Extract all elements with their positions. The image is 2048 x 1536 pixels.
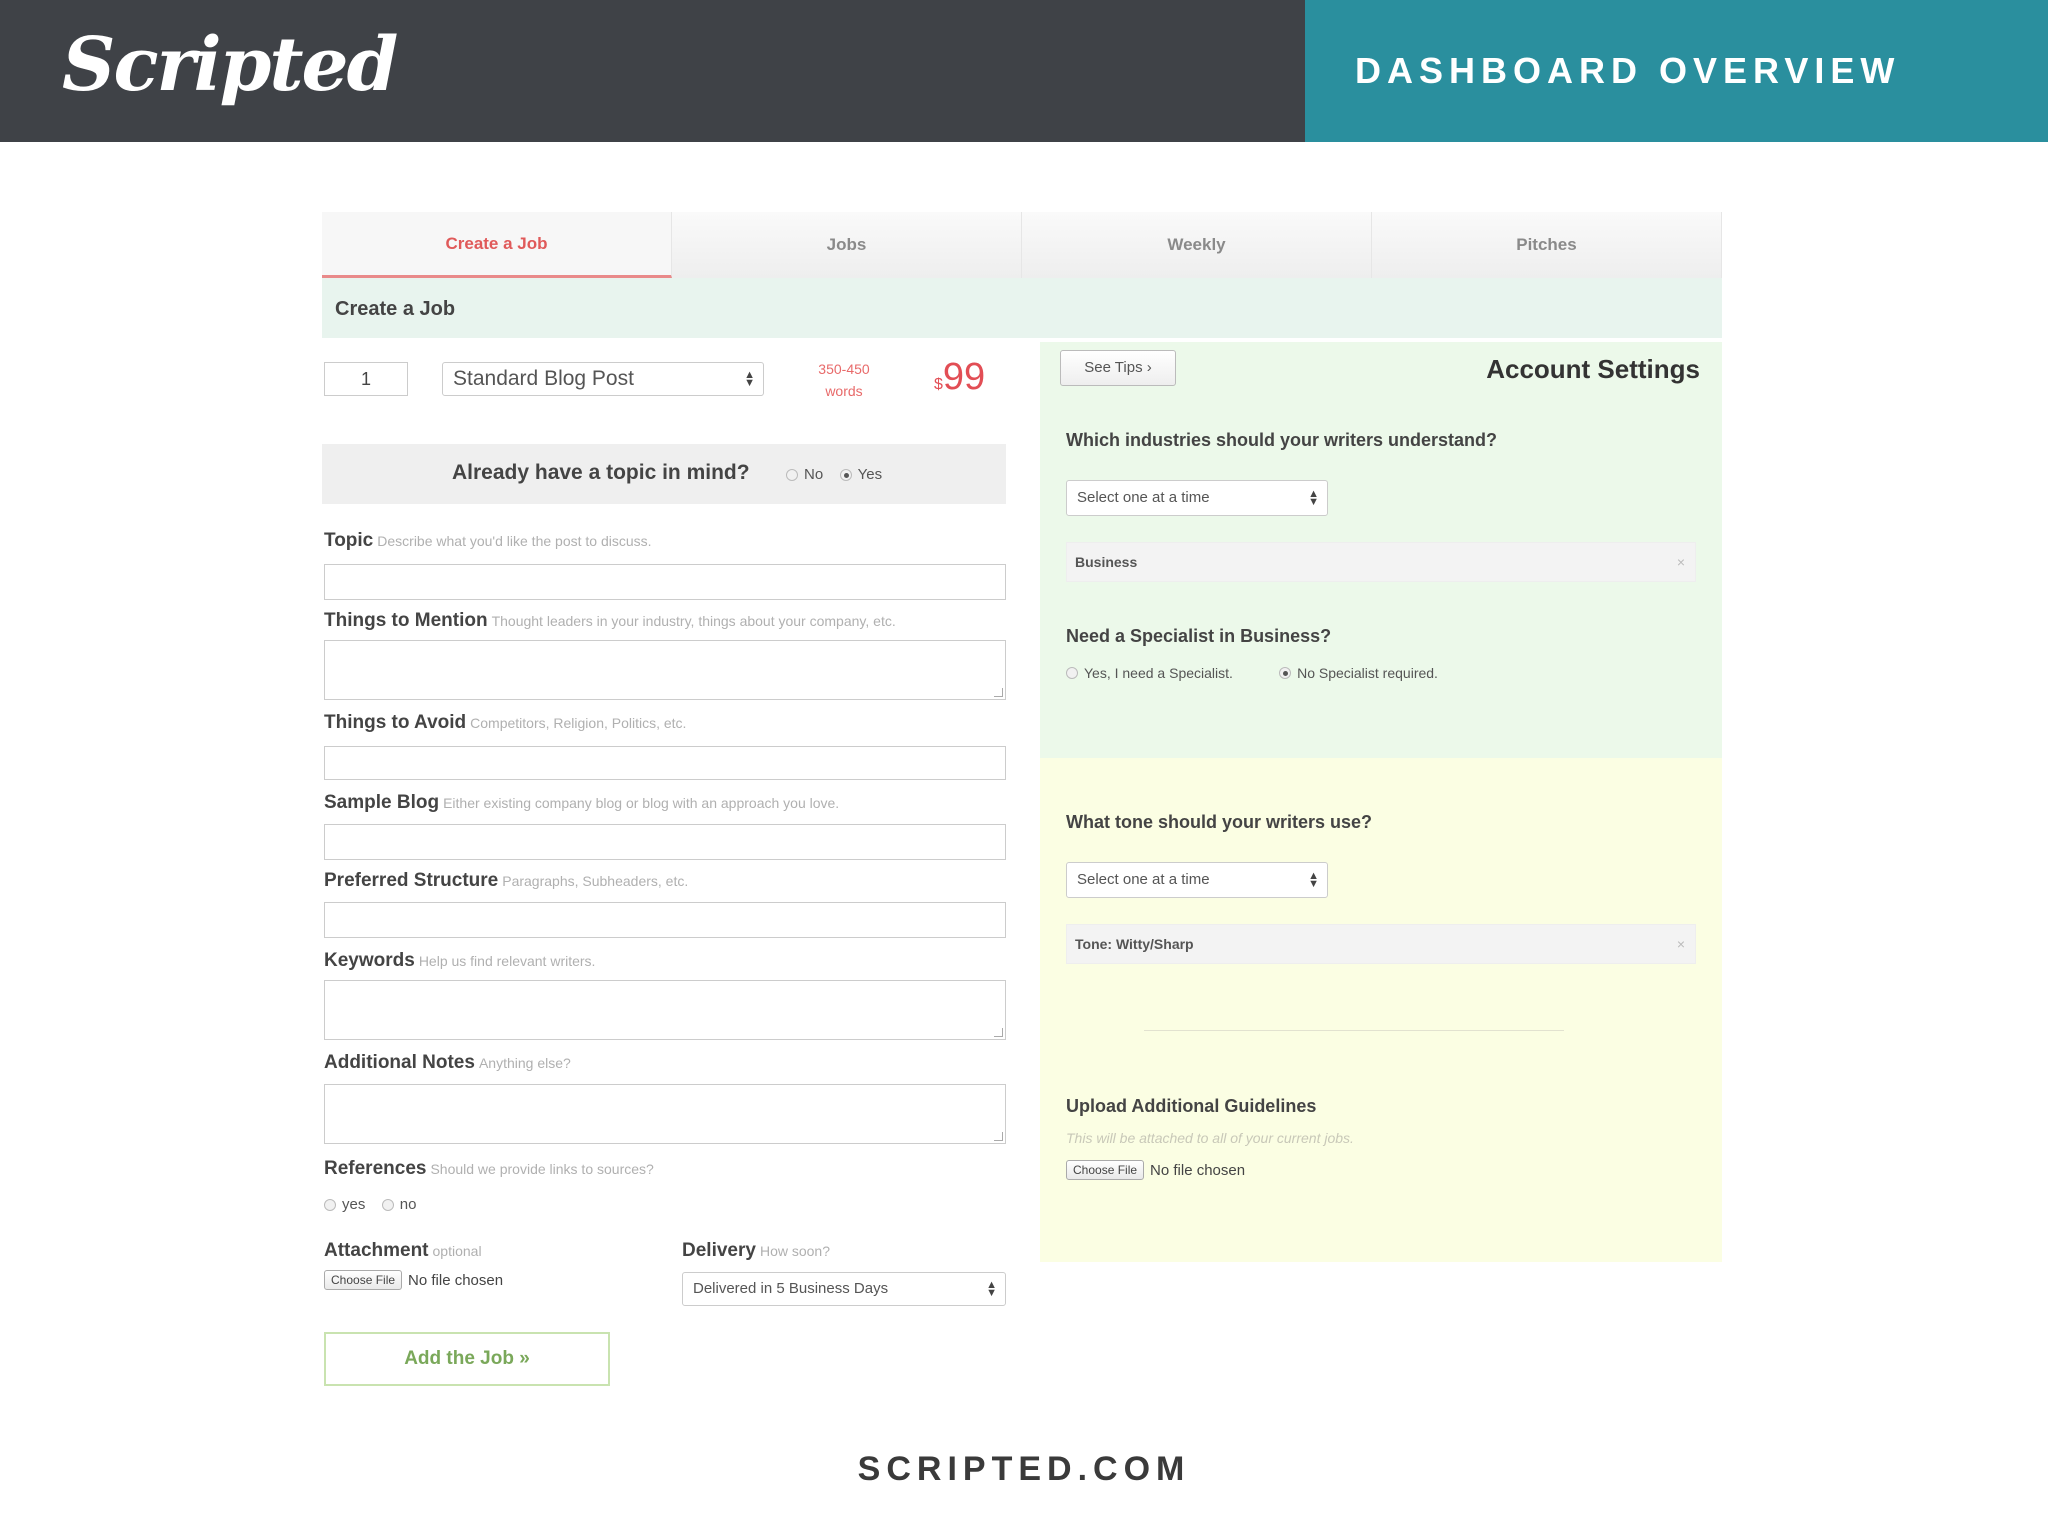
tab-pitches[interactable]: Pitches	[1372, 212, 1722, 278]
tab-jobs[interactable]: Jobs	[672, 212, 1022, 278]
additional-notes-label: Additional Notes Anything else?	[324, 1052, 571, 1073]
delivery-select[interactable]: Delivered in 5 Business Days ▲ ▼	[682, 1272, 1006, 1306]
add-job-button[interactable]: Add the Job »	[324, 1332, 610, 1386]
references-no-label: no	[399, 1196, 417, 1214]
preferred-structure-input[interactable]	[324, 902, 1006, 938]
tone-question: What tone should your writers use?	[1066, 812, 1373, 832]
sample-blog-label: Sample Blog Either existing company blog …	[324, 792, 840, 813]
upload-guidelines-title: Upload Additional Guidelines	[1066, 1096, 1317, 1116]
word-range-value: 350-450	[818, 361, 870, 377]
page-title: DASHBOARD OVERVIEW	[1355, 50, 1901, 91]
tab-bar: Create a Job Jobs Weekly Pitches	[322, 212, 1722, 278]
dashboard-screenshot: Create a Job Jobs Weekly Pitches Create …	[322, 212, 1722, 1412]
tone-placeholder: Select one at a time	[1077, 871, 1210, 888]
tone-tag-label: Tone: Witty/Sharp	[1075, 936, 1194, 952]
keywords-label: Keywords Help us find relevant writers.	[324, 950, 596, 971]
topic-question-bar: Already have a topic in mind? No Yes	[322, 444, 1006, 504]
references-label: References Should we provide links to sou…	[324, 1158, 654, 1179]
topic-yes-label: Yes	[857, 466, 883, 484]
specialist-yes-label: Yes, I need a Specialist.	[1084, 665, 1233, 682]
remove-tag-icon[interactable]: ×	[1677, 925, 1685, 963]
specialist-question: Need a Specialist in Business?	[1066, 626, 1332, 646]
chevron-right-icon: ›	[1146, 359, 1152, 376]
job-type-value: Standard Blog Post	[453, 367, 634, 390]
section-header: Create a Job	[322, 278, 1722, 338]
price: $99	[934, 356, 985, 399]
select-arrows-icon: ▲ ▼	[1308, 870, 1319, 890]
specialist-no-radio[interactable]	[1279, 667, 1292, 680]
things-to-mention-label: Things to Mention Thought leaders in your…	[324, 610, 896, 631]
header-bar: Scripted	[0, 0, 1305, 142]
industries-question: Which industries should your writers und…	[1066, 430, 1498, 450]
tab-weekly[interactable]: Weekly	[1022, 212, 1372, 278]
industries-placeholder: Select one at a time	[1077, 489, 1210, 506]
tone-tag: Tone: Witty/Sharp ×	[1066, 924, 1696, 964]
sample-blog-input[interactable]	[324, 824, 1006, 860]
select-arrows-icon: ▲ ▼	[744, 369, 755, 389]
industries-select[interactable]: Select one at a time ▲ ▼	[1066, 480, 1328, 516]
topic-no-label: No	[804, 466, 824, 484]
word-range: 350-450 words	[808, 358, 880, 402]
guidelines-choose-file-button[interactable]: Choose File	[1066, 1160, 1145, 1180]
tone-panel	[1040, 758, 1722, 1262]
job-type-select[interactable]: Standard Blog Post ▲ ▼	[442, 362, 764, 396]
things-to-avoid-input[interactable]	[324, 746, 1006, 780]
topic-input[interactable]	[324, 564, 1006, 600]
attachment-choose-file-button[interactable]: Choose File	[324, 1270, 403, 1290]
specialist-no-label: No Specialist required.	[1297, 665, 1438, 682]
upload-guidelines-hint: This will be attached to all of your cur…	[1066, 1130, 1354, 1146]
word-range-unit: words	[825, 383, 863, 399]
footer-url: SCRIPTED.COM	[857, 1450, 1191, 1488]
delivery-label: Delivery How soon?	[682, 1240, 830, 1261]
tab-create-a-job[interactable]: Create a Job	[322, 212, 672, 278]
additional-notes-textarea[interactable]	[324, 1084, 1006, 1144]
tone-select[interactable]: Select one at a time ▲ ▼	[1066, 862, 1328, 898]
delivery-value: Delivered in 5 Business Days	[693, 1280, 889, 1297]
topic-label: Topic Describe what you'd like the post t…	[324, 530, 652, 551]
scripted-logo: Scripted	[62, 22, 398, 108]
see-tips-button[interactable]: See Tips ›	[1060, 350, 1176, 386]
attachment-file-picker: Choose File No file chosen	[324, 1270, 503, 1290]
topic-no-radio[interactable]	[786, 468, 798, 481]
topic-radio-group: No Yes	[786, 466, 894, 484]
topic-yes-radio[interactable]	[839, 468, 852, 481]
divider	[1144, 1030, 1564, 1031]
guidelines-file-status: No file chosen	[1150, 1161, 1246, 1179]
quantity-input[interactable]: 1	[324, 362, 408, 396]
references-radio-group: yes no	[324, 1196, 428, 1214]
price-currency: $	[934, 376, 943, 393]
remove-tag-icon[interactable]: ×	[1677, 543, 1685, 581]
references-no-radio[interactable]	[381, 1198, 394, 1211]
guidelines-file-picker: Choose File No file chosen	[1066, 1160, 1245, 1180]
keywords-textarea[interactable]	[324, 980, 1006, 1040]
section-title: Create a Job	[335, 298, 456, 320]
price-value: 99	[942, 356, 986, 398]
header-title-panel: DASHBOARD OVERVIEW	[1305, 0, 2048, 142]
account-settings-title: Account Settings	[1486, 354, 1700, 384]
industry-tag-label: Business	[1075, 554, 1138, 570]
attachment-label: Attachment optional	[324, 1240, 482, 1261]
references-yes-label: yes	[342, 1196, 366, 1214]
attachment-file-status: No file chosen	[408, 1271, 504, 1289]
specialist-yes-radio[interactable]	[1066, 667, 1078, 680]
things-to-avoid-label: Things to Avoid Competitors, Religion, Po…	[324, 712, 687, 733]
topic-question: Already have a topic in mind?	[452, 461, 750, 484]
specialist-radio-group: Yes, I need a Specialist. No Specialist …	[1066, 664, 1450, 681]
select-arrows-icon: ▲ ▼	[1308, 488, 1319, 508]
select-arrows-icon: ▲ ▼	[986, 1279, 997, 1299]
references-yes-radio[interactable]	[324, 1198, 336, 1211]
preferred-structure-label: Preferred Structure Paragraphs, Subheader…	[324, 870, 689, 891]
things-to-mention-textarea[interactable]	[324, 640, 1006, 700]
industry-tag: Business ×	[1066, 542, 1696, 582]
